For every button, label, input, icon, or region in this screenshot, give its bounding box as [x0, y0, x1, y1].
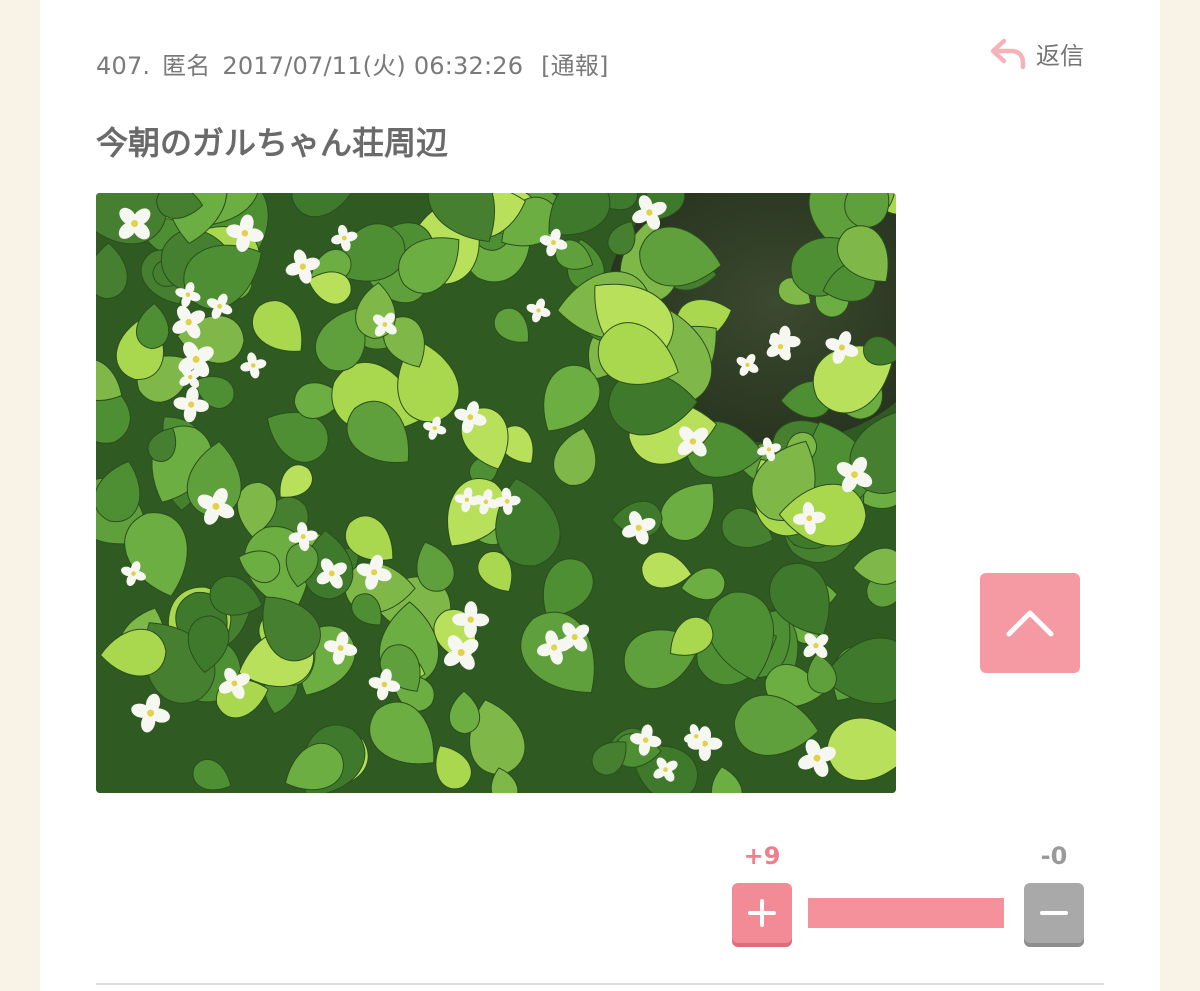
- minus-icon: [1040, 911, 1068, 915]
- plus-vote-button[interactable]: [732, 883, 792, 943]
- comment-datetime: 2017/07/11(火) 06:32:26: [222, 52, 524, 80]
- minus-vote-count: -0: [1040, 842, 1068, 870]
- reply-arrow-icon: [990, 38, 1026, 69]
- scroll-to-top-button[interactable]: [980, 573, 1080, 673]
- reply-label: 返信: [1036, 42, 1084, 70]
- comment-meta: 407. 匿名 2017/07/11(火) 06:32:26 [通報]: [96, 46, 613, 81]
- vote-ratio-bar: [808, 898, 1004, 928]
- comment-body: 今朝のガルちゃん荘周辺: [96, 124, 449, 162]
- report-link[interactable]: [通報]: [541, 52, 609, 80]
- chevron-up-icon: [1006, 610, 1054, 637]
- comment-image[interactable]: [96, 193, 896, 793]
- minus-vote-button[interactable]: [1024, 883, 1084, 943]
- comment-card: 407. 匿名 2017/07/11(火) 06:32:26 [通報] 返信 今…: [40, 0, 1160, 991]
- comment-number: 407.: [96, 52, 151, 80]
- vote-ratio-fill: [808, 898, 1004, 928]
- plus-vote-count: +9: [743, 842, 781, 870]
- flower-photo: [96, 193, 896, 793]
- comment-author: 匿名: [162, 52, 211, 80]
- reply-button[interactable]: 返信: [990, 36, 1084, 71]
- plus-icon: [748, 899, 776, 927]
- comment-divider: [96, 983, 1104, 985]
